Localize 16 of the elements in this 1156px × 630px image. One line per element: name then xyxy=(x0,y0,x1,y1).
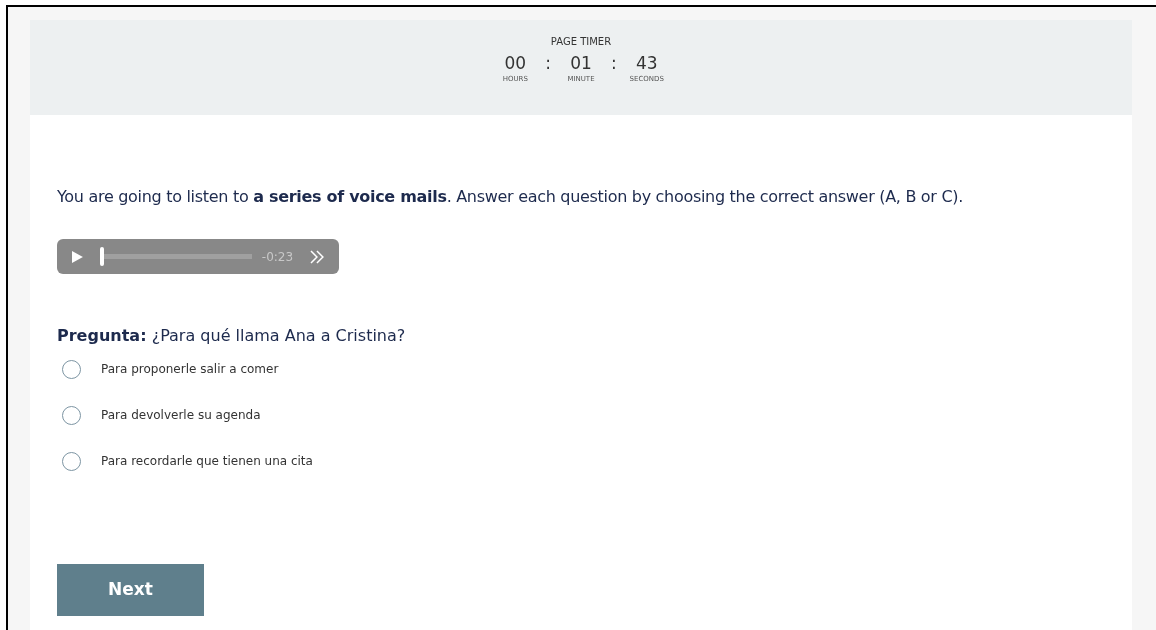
timer-title: PAGE TIMER xyxy=(550,35,612,49)
answer-option[interactable]: Para proponerle salir a comer xyxy=(62,358,1132,380)
time-remaining: -0:23 xyxy=(261,248,294,266)
timer-value: 01 xyxy=(570,52,592,74)
timer-separator: : xyxy=(610,52,618,74)
instructions-text: You are going to listen to a series of voice mails. Answer each question by choosing the correct answer (A, B or C). xyxy=(57,186,964,208)
timer-separator: : xyxy=(544,52,552,74)
next-button[interactable]: Next xyxy=(57,564,204,616)
fast-forward-icon[interactable] xyxy=(309,249,325,264)
answer-option[interactable]: Para devolverle su agenda xyxy=(62,404,1132,426)
progress-thumb[interactable] xyxy=(99,247,104,266)
timer-value: 00 xyxy=(504,52,527,74)
question-text: Pregunta: ¿Para qué llama Ana a Cristina? xyxy=(57,325,407,347)
play-icon[interactable] xyxy=(71,249,84,264)
answer-option[interactable]: Para recordarle que tienen una cita xyxy=(62,450,1132,472)
timer-value: 43 xyxy=(635,52,658,74)
